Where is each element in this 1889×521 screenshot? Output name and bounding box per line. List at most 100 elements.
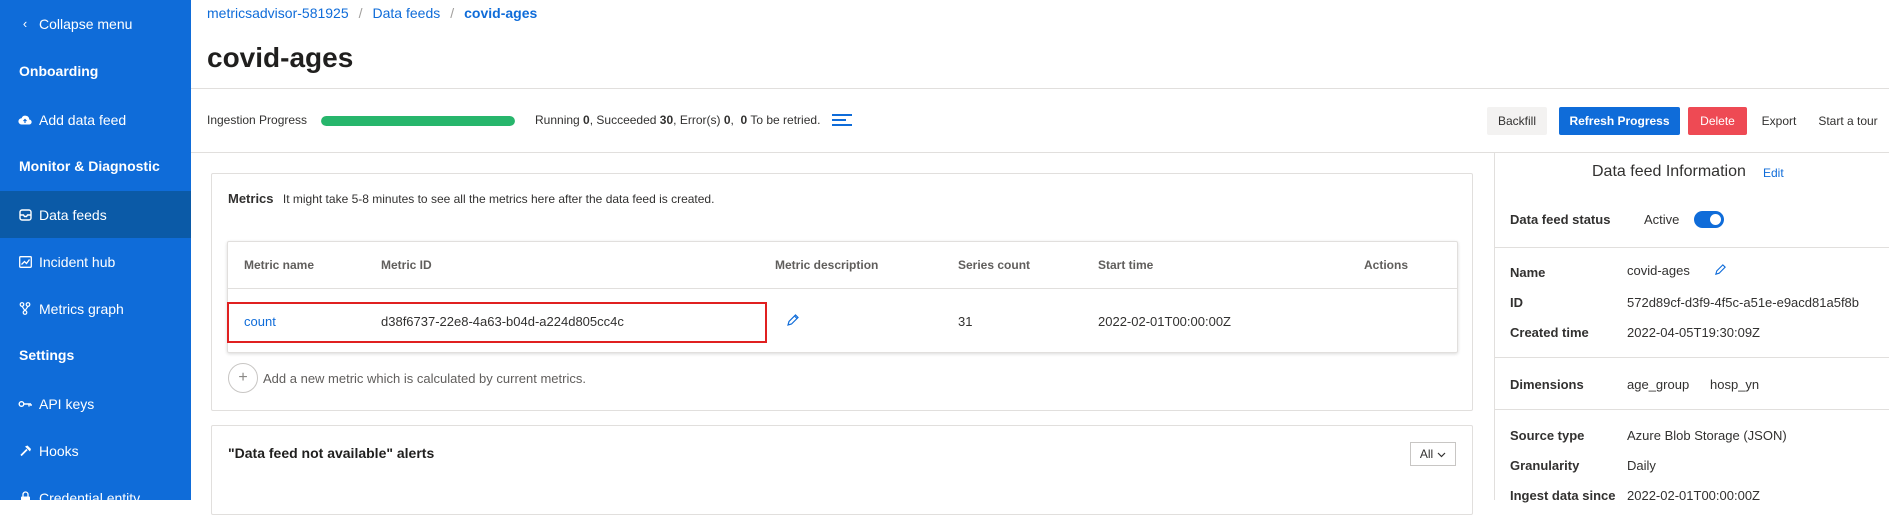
divider [1494, 247, 1889, 248]
chevron-left-icon: ‹ [22, 16, 28, 31]
delete-button[interactable]: Delete [1688, 107, 1747, 135]
sidebar-item-label: API keys [39, 395, 95, 412]
sidebar-item-label: Data feeds [39, 206, 107, 223]
status-label: Data feed status [1510, 212, 1611, 227]
breadcrumb-separator: / [450, 5, 455, 21]
table-row-divider [228, 288, 1457, 289]
ingestion-stats: Running 0, Succeeded 30, Error(s) 0, 0 T… [535, 113, 821, 127]
granularity-label: Granularity [1510, 458, 1580, 473]
alerts-title: "Data feed not available" alerts [228, 445, 435, 461]
graph-icon [17, 302, 33, 315]
id-value: 572d89cf-d3f9-4f5c-a51e-e9acd81a5f8b [1627, 295, 1860, 310]
section-monitor: Monitor & Diagnostic [19, 158, 160, 174]
page-title: covid-ages [207, 42, 354, 73]
breadcrumb-data-feeds-link[interactable]: Data feeds [373, 5, 441, 21]
highlight-box [227, 302, 767, 343]
sidebar-item-incident-hub[interactable]: Incident hub [0, 238, 191, 285]
col-metric-id[interactable]: Metric ID [381, 258, 432, 272]
dimensions-label: Dimensions [1510, 377, 1584, 392]
refresh-progress-button[interactable]: Refresh Progress [1559, 107, 1680, 135]
breadcrumb-current: covid-ages [464, 5, 538, 21]
col-metric-description[interactable]: Metric description [775, 258, 878, 272]
info-edit-link[interactable]: Edit [1763, 166, 1784, 180]
retry-label: To be retried. [750, 113, 821, 127]
running-label: Running [535, 113, 580, 127]
section-onboarding: Onboarding [19, 63, 99, 79]
divider [1494, 357, 1889, 358]
alerts-filter-value: All [1419, 447, 1434, 461]
sidebar-item-label: Incident hub [39, 253, 116, 270]
ingest-since-label: Ingest data since [1510, 488, 1616, 503]
metrics-note: It might take 5-8 minutes to see all the… [282, 192, 715, 206]
granularity-value: Daily [1627, 458, 1656, 473]
sidebar-item-data-feeds[interactable]: Data feeds [0, 191, 191, 238]
start-tour-button[interactable]: Start a tour [1813, 107, 1883, 135]
sidebar-item-add-data-feed[interactable]: Add data feed [0, 96, 191, 143]
name-value: covid-ages [1627, 263, 1690, 278]
dimension-hosp-yn: hosp_yn [1710, 377, 1760, 392]
hammer-icon [17, 444, 33, 457]
sidebar-item-metrics-graph[interactable]: Metrics graph [0, 285, 191, 332]
section-settings: Settings [19, 347, 75, 363]
col-metric-name[interactable]: Metric name [244, 258, 314, 272]
status-value: Active [1644, 212, 1680, 227]
ingestion-progress-fill [321, 116, 515, 126]
info-panel-divider [1494, 152, 1495, 500]
name-label: Name [1510, 265, 1546, 280]
breadcrumb: metricsadvisor-581925 / Data feeds / cov… [207, 5, 537, 21]
breadcrumb-root-link[interactable]: metricsadvisor-581925 [207, 5, 349, 21]
breadcrumb-separator: / [358, 5, 363, 21]
sidebar-item-hooks[interactable]: Hooks [0, 427, 191, 474]
source-type-label: Source type [1510, 428, 1585, 443]
cloud-upload-icon [17, 114, 33, 126]
divider [191, 152, 1889, 153]
collapse-menu-label: Collapse menu [39, 15, 133, 32]
ingest-since-value: 2022-02-01T00:00:00Z [1627, 488, 1760, 503]
divider [191, 88, 1889, 89]
metrics-title: Metrics [228, 191, 274, 206]
sidebar: ‹ Collapse menu Onboarding Add data feed… [0, 0, 191, 506]
source-type-value: Azure Blob Storage (JSON) [1627, 428, 1787, 443]
running-count: 0 [583, 113, 590, 127]
sidebar-item-label: Credential entity [39, 489, 141, 506]
ingestion-progress-bar [321, 116, 515, 126]
metrics-header: Metrics It might take 5-8 minutes to see… [228, 191, 714, 206]
succeeded-label: Succeeded [596, 113, 657, 127]
sidebar-item-credential-entity[interactable]: Credential entity [0, 474, 191, 521]
export-button[interactable]: Export [1754, 107, 1804, 135]
backfill-button[interactable]: Backfill [1487, 107, 1547, 135]
errors-label: Error(s) [679, 113, 721, 127]
edit-name-icon[interactable] [1714, 263, 1727, 279]
sidebar-item-api-keys[interactable]: API keys [0, 380, 191, 427]
edit-description-icon[interactable] [786, 313, 800, 330]
col-series-count[interactable]: Series count [958, 258, 1030, 272]
id-label: ID [1510, 295, 1523, 310]
ingestion-progress-label: Ingestion Progress [207, 113, 308, 127]
errors-count: 0 [723, 113, 731, 127]
created-value: 2022-04-05T19:30:09Z [1627, 325, 1760, 340]
sidebar-item-label: Metrics graph [39, 300, 124, 317]
status-toggle[interactable] [1694, 211, 1724, 228]
col-actions: Actions [1364, 258, 1409, 272]
sidebar-item-label: Add data feed [39, 111, 127, 128]
chevron-down-icon [1437, 447, 1446, 461]
collapse-menu-button[interactable]: ‹ Collapse menu [0, 0, 191, 47]
retry-count: 0 [740, 113, 748, 127]
add-metric-link[interactable]: Add a new metric which is calculated by … [263, 371, 586, 386]
col-start-time[interactable]: Start time [1098, 258, 1153, 272]
list-details-icon[interactable] [832, 114, 852, 128]
add-metric-icon[interactable]: + [228, 363, 258, 393]
lock-icon [17, 491, 33, 504]
database-icon [17, 208, 33, 221]
start-time-cell: 2022-02-01T00:00:00Z [1098, 314, 1231, 329]
sidebar-item-label: Hooks [39, 442, 79, 459]
alerts-filter-dropdown[interactable]: All [1410, 442, 1456, 466]
succeeded-count: 30 [659, 113, 674, 127]
chart-line-icon [17, 255, 33, 268]
key-icon [17, 399, 33, 409]
info-title: Data feed Information [1592, 163, 1746, 180]
dimension-age-group: age_group [1627, 377, 1690, 392]
divider [1494, 409, 1889, 410]
series-count-cell: 31 [958, 314, 973, 329]
created-label: Created time [1510, 325, 1589, 340]
